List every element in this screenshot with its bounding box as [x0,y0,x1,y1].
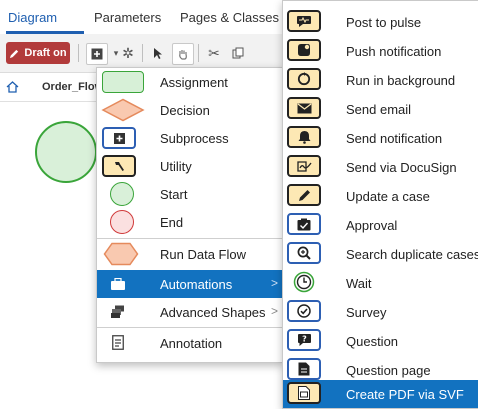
toolbar-divider [198,44,199,62]
menu-item-decision[interactable]: Decision [97,96,283,124]
home-icon[interactable] [6,80,19,98]
pulse-icon [287,10,321,32]
automation-send-notification[interactable]: Send notification [283,124,478,152]
automation-question[interactable]: ? Question [283,327,478,355]
automation-survey[interactable]: Survey [283,298,478,326]
end-shape-icon [110,210,134,234]
gear-icon[interactable]: ✲ [118,43,138,63]
question-icon: ? [287,329,321,351]
automation-update-a-case[interactable]: Update a case [283,182,478,210]
draft-label: Draft on [24,47,67,59]
draft-on-button[interactable]: Draft on [6,42,70,64]
email-icon [287,97,321,119]
run-data-flow-shape-icon [103,242,139,266]
survey-icon [287,300,321,322]
pencil-icon [287,184,321,206]
menu-divider [97,238,283,239]
search-duplicate-icon [287,242,321,264]
automation-push-notification[interactable]: Push notification [283,37,478,65]
automation-send-via-docusign[interactable]: Send via DocuSign [283,153,478,181]
automation-run-in-background[interactable]: Run in background [283,66,478,94]
menu-item-end[interactable]: End [97,208,283,236]
add-shape-button[interactable] [86,43,108,65]
menu-item-start[interactable]: Start [97,180,283,208]
hand-icon[interactable] [172,43,194,65]
menu-item-automations[interactable]: Automations > [97,270,283,298]
menu-divider [97,327,283,328]
tab-pages-classes[interactable]: Pages & Classes [180,10,279,25]
start-shape-icon [110,182,134,206]
utility-shape-icon [102,155,136,177]
shape-menu: Assignment Decision Subprocess Utility S… [96,67,284,363]
tab-diagram[interactable]: Diagram [8,10,57,25]
automation-approval[interactable]: Approval [283,211,478,239]
chevron-right-icon: > [270,276,278,290]
cut-icon[interactable]: ✂ [204,43,224,63]
toolbar-divider [142,44,143,62]
flow-name[interactable]: Order_Flow [42,81,103,93]
annotation-icon [112,335,124,350]
decision-shape-icon [101,98,145,122]
push-notification-icon [287,39,321,61]
subprocess-shape-icon [102,127,136,149]
automations-icon [111,278,125,290]
tab-parameters[interactable]: Parameters [94,10,161,25]
bell-icon [287,126,321,148]
copy-icon[interactable] [228,43,248,63]
automation-send-email[interactable]: Send email [283,95,478,123]
automation-post-to-pulse[interactable]: Post to pulse [283,8,478,36]
menu-item-annotation[interactable]: Annotation [97,329,283,357]
question-page-icon [287,358,321,380]
run-background-icon [287,68,321,90]
pointer-icon[interactable] [148,43,168,63]
assignment-shape-icon [102,71,144,93]
toolbar-divider [78,44,79,62]
clock-icon [287,271,321,293]
menu-item-advanced-shapes[interactable]: Advanced Shapes > [97,298,283,326]
svg-text:?: ? [302,335,307,344]
start-shape-on-canvas[interactable] [35,121,97,183]
menu-item-utility[interactable]: Utility [97,152,283,180]
pencil-icon [10,49,19,58]
menu-item-subprocess[interactable]: Subprocess [97,124,283,152]
add-shape-icon [91,48,103,60]
chevron-right-icon: > [270,304,278,318]
automation-search-duplicate-cases[interactable]: Search duplicate cases [283,240,478,268]
automation-create-pdf-via-svf[interactable]: Create PDF via SVF [283,380,478,408]
menu-item-assignment[interactable]: Assignment [97,68,283,96]
advanced-shapes-icon [111,305,124,318]
designer-tabs: Diagram Parameters Pages & Classes [0,0,290,35]
approval-icon [287,213,321,235]
pdf-icon [287,382,321,404]
automations-menu: Post to pulse Push notification Run in b… [282,0,478,409]
menu-item-run-data-flow[interactable]: Run Data Flow [97,240,283,268]
docusign-icon [287,155,321,177]
automation-wait[interactable]: Wait [283,269,478,297]
